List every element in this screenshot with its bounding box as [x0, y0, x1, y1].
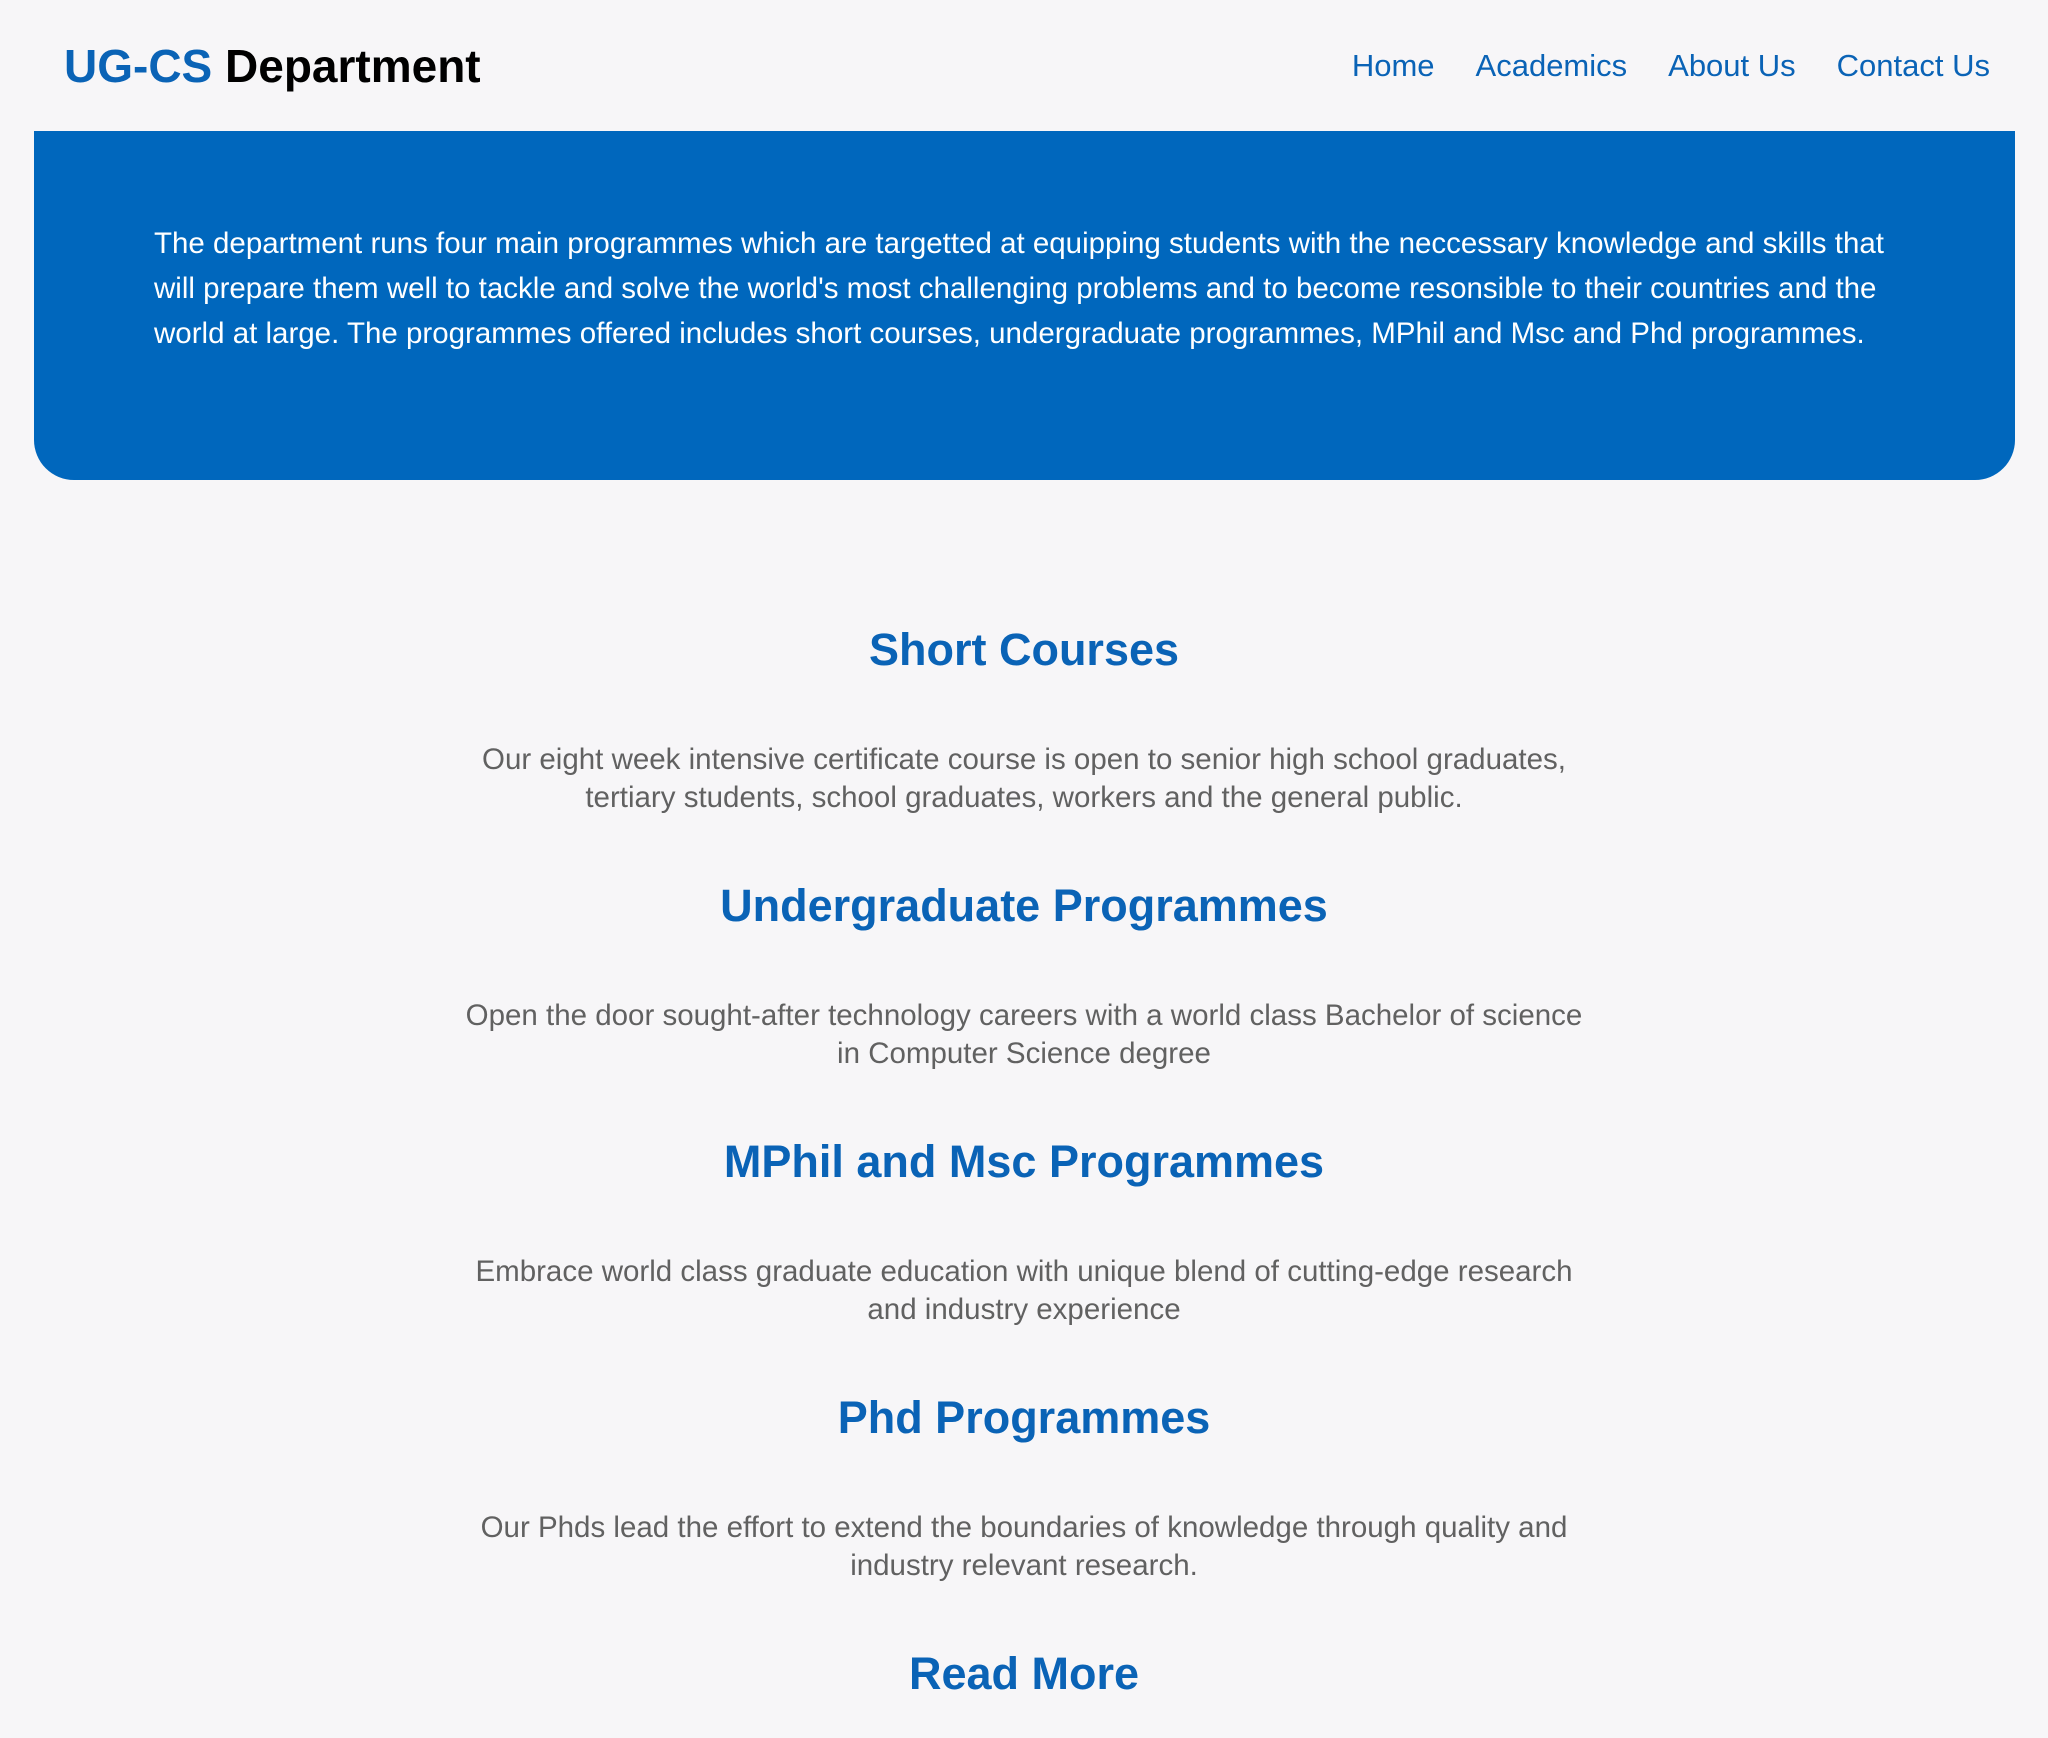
nav-links: Home Academics About Us Contact Us: [1352, 48, 1990, 84]
page: UG-CS Department Home Academics About Us…: [0, 0, 2048, 1738]
nav-link-academics[interactable]: Academics: [1476, 48, 1628, 83]
hero-text: The department runs four main programmes…: [154, 227, 1884, 350]
programme-title: Phd Programmes: [837, 1392, 1211, 1443]
site-logo[interactable]: UG-CS Department: [64, 39, 481, 93]
navbar: UG-CS Department Home Academics About Us…: [0, 0, 2048, 131]
programme-short-courses: Short Courses Our eight week intensive c…: [0, 610, 2048, 866]
programme-title: MPhil and Msc Programmes: [723, 1136, 1325, 1187]
programme-title: Short Courses: [868, 624, 1180, 675]
nav-item-academics: Academics: [1476, 48, 1628, 84]
programme-description: Open the door sought-after technology ca…: [465, 999, 1583, 1070]
nav-link-contact-us[interactable]: Contact Us: [1837, 48, 1990, 83]
programme-description: Our Phds lead the effort to extend the b…: [480, 1511, 1568, 1582]
programme-mphil-msc: MPhil and Msc Programmes Embrace world c…: [0, 1122, 2048, 1378]
read-more-link[interactable]: Read More: [909, 1634, 1139, 1714]
nav-link-about-us[interactable]: About Us: [1668, 48, 1796, 83]
programme-phd: Phd Programmes Our Phds lead the effort …: [0, 1378, 2048, 1634]
programme-undergraduate: Undergraduate Programmes Open the door s…: [0, 866, 2048, 1122]
programme-title: Undergraduate Programmes: [720, 880, 1328, 931]
nav-link-home[interactable]: Home: [1352, 48, 1435, 83]
brand-text: Department: [212, 39, 481, 92]
programme-description: Embrace world class graduate education w…: [475, 1255, 1573, 1326]
programmes-list: Short Courses Our eight week intensive c…: [0, 610, 2048, 1714]
brand-accent: UG-CS: [64, 39, 213, 92]
hero-banner: The department runs four main programmes…: [34, 131, 2015, 480]
nav-item-about-us: About Us: [1668, 48, 1796, 84]
nav-item-contact-us: Contact Us: [1837, 48, 1990, 84]
nav-item-home: Home: [1352, 48, 1435, 84]
programme-description: Our eight week intensive certificate cou…: [482, 743, 1566, 814]
